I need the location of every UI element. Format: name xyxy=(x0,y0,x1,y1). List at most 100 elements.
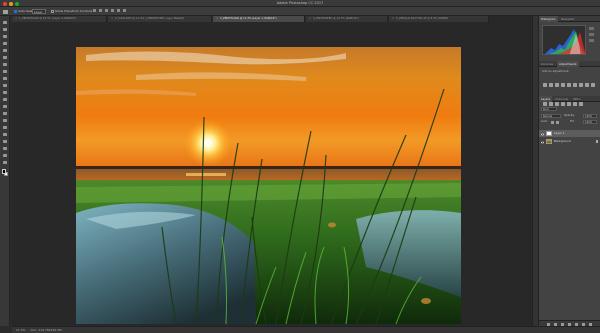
clone-stamp-icon xyxy=(3,76,7,80)
doc-size: Doc: 219.7M/439.5M xyxy=(30,328,62,332)
type-icon xyxy=(3,125,7,129)
hue-saturation-icon[interactable] xyxy=(573,83,577,88)
layer-controls: Kind Normal Opacity: 100% Lock: Fill: 10… xyxy=(539,105,600,126)
show-transform-checkbox[interactable]: Show Transform Controls xyxy=(50,9,93,14)
lasso-icon xyxy=(3,34,7,38)
align-bottom-icon[interactable] xyxy=(104,9,108,12)
quick-select-tool[interactable] xyxy=(3,41,8,45)
color-balance-icon[interactable] xyxy=(579,83,583,88)
zoom-tool[interactable] xyxy=(3,153,8,157)
crop-tool[interactable] xyxy=(3,48,8,52)
title-bar: Adobe Photoshop CC 2017 xyxy=(0,0,600,7)
crop-icon xyxy=(3,48,7,52)
clone-stamp-tool[interactable] xyxy=(3,76,8,80)
levels-icon[interactable] xyxy=(549,83,553,88)
tab-histogram[interactable]: Histogram xyxy=(539,16,558,22)
eraser-tool[interactable] xyxy=(3,90,8,94)
layer-row-layer-1[interactable]: Layer 1 xyxy=(539,130,600,137)
checkbox-checked-icon xyxy=(14,9,17,13)
dodge-tool[interactable] xyxy=(3,111,8,115)
lock-pixels-icon[interactable] xyxy=(551,120,554,124)
type-tool[interactable] xyxy=(3,125,8,129)
histogram-controls[interactable] xyxy=(589,26,597,54)
align-right-icon[interactable] xyxy=(122,9,126,12)
layer-thumbnail xyxy=(546,131,552,136)
quick-select-icon xyxy=(3,41,7,45)
move-tool[interactable] xyxy=(3,20,8,24)
gradient-tool[interactable] xyxy=(3,97,8,101)
exposure-icon[interactable] xyxy=(561,83,565,88)
layer-thumbnail xyxy=(546,139,552,144)
layer-name: Layer 1 xyxy=(554,131,565,135)
photoshop-window: Adobe Photoshop CC 2017 Auto-Select: Lay… xyxy=(0,0,600,333)
vibrance-icon[interactable] xyxy=(567,83,571,88)
opacity-field[interactable]: 100% xyxy=(583,113,597,118)
fill-label: Fill: xyxy=(570,120,575,124)
histogram-panel-tabs: Histogram Navigator xyxy=(539,16,600,22)
status-info: 11.3% Doc: 219.7M/439.5M xyxy=(16,327,62,333)
move-icon xyxy=(3,20,7,24)
move-tool-icon xyxy=(3,9,8,14)
visibility-eye-icon[interactable] xyxy=(541,140,544,144)
transform-label: Show Transform Controls xyxy=(55,9,93,13)
align-center-icon[interactable] xyxy=(116,9,120,12)
layers-panel-tabs: Layers Channels Paths xyxy=(539,96,600,102)
lock-position-icon[interactable] xyxy=(556,120,559,124)
tab-layers[interactable]: Layers xyxy=(539,96,553,102)
gradient-icon xyxy=(3,97,7,101)
document-image-sunset[interactable] xyxy=(76,47,461,324)
hand-tool[interactable] xyxy=(3,146,8,150)
dodge-icon xyxy=(3,111,7,115)
brush-icon xyxy=(3,69,7,73)
layer-name: Background xyxy=(554,139,571,143)
healing-tool[interactable] xyxy=(3,62,8,66)
align-top-icon[interactable] xyxy=(93,9,96,12)
path-select-tool[interactable] xyxy=(3,132,8,136)
histogram-graph xyxy=(542,25,586,55)
history-brush-tool[interactable] xyxy=(3,83,8,87)
lock-label: Lock: xyxy=(541,120,548,124)
canvas-area[interactable] xyxy=(12,22,532,326)
pen-icon xyxy=(3,118,7,122)
foreground-color-swatch[interactable] xyxy=(1,169,6,174)
status-bar: 11.3% Doc: 219.7M/439.5M xyxy=(12,326,600,333)
tab-paths[interactable]: Paths xyxy=(571,96,583,102)
lasso-tool[interactable] xyxy=(3,34,8,38)
align-left-icon[interactable] xyxy=(110,9,114,12)
zoom-level[interactable]: 11.3% xyxy=(16,328,26,332)
blend-row: Normal Opacity: 100% xyxy=(541,113,599,119)
photo-filter-icon[interactable] xyxy=(591,83,595,88)
auto-select-dropdown[interactable]: Layer xyxy=(32,9,46,14)
tool-preset-picker[interactable] xyxy=(2,9,10,14)
fill-field[interactable]: 100% xyxy=(583,120,597,125)
align-buttons[interactable] xyxy=(92,9,152,14)
tab-channels[interactable]: Channels xyxy=(553,96,570,102)
black-white-icon[interactable] xyxy=(585,83,589,88)
pen-tool[interactable] xyxy=(3,118,8,122)
edit-toolbar-tool[interactable] xyxy=(3,160,8,164)
tab-adjustments[interactable]: Adjustments xyxy=(557,61,579,67)
eyedropper-tool[interactable] xyxy=(3,55,8,59)
brush-tool[interactable] xyxy=(3,69,8,73)
brightness-icon[interactable] xyxy=(543,83,547,88)
visibility-eye-icon[interactable] xyxy=(541,132,544,136)
layer-row-background[interactable]: Background xyxy=(539,138,600,145)
adjustments-panel-tabs: Libraries Adjustments xyxy=(539,61,600,67)
align-middle-icon[interactable] xyxy=(98,9,102,12)
right-panels: Histogram Navigator Libraries Adjustment… xyxy=(538,16,600,326)
eraser-icon xyxy=(3,90,7,94)
blur-icon xyxy=(3,104,7,108)
tab-navigator[interactable]: Navigator xyxy=(559,16,577,22)
blur-tool[interactable] xyxy=(3,104,8,108)
tab-libraries[interactable]: Libraries xyxy=(539,61,555,67)
rectangle-tool[interactable] xyxy=(3,139,8,143)
rectangle-icon xyxy=(3,139,7,143)
layer-kind-filter[interactable]: Kind xyxy=(541,106,557,111)
curves-icon[interactable] xyxy=(555,83,559,88)
layer-filter-row: Kind xyxy=(541,106,599,112)
tools-panel xyxy=(0,16,10,326)
marquee-tool[interactable] xyxy=(3,27,8,31)
eyedropper-icon xyxy=(3,55,7,59)
blend-mode-dropdown[interactable]: Normal xyxy=(541,113,561,118)
window-title: Adobe Photoshop CC 2017 xyxy=(276,1,324,5)
